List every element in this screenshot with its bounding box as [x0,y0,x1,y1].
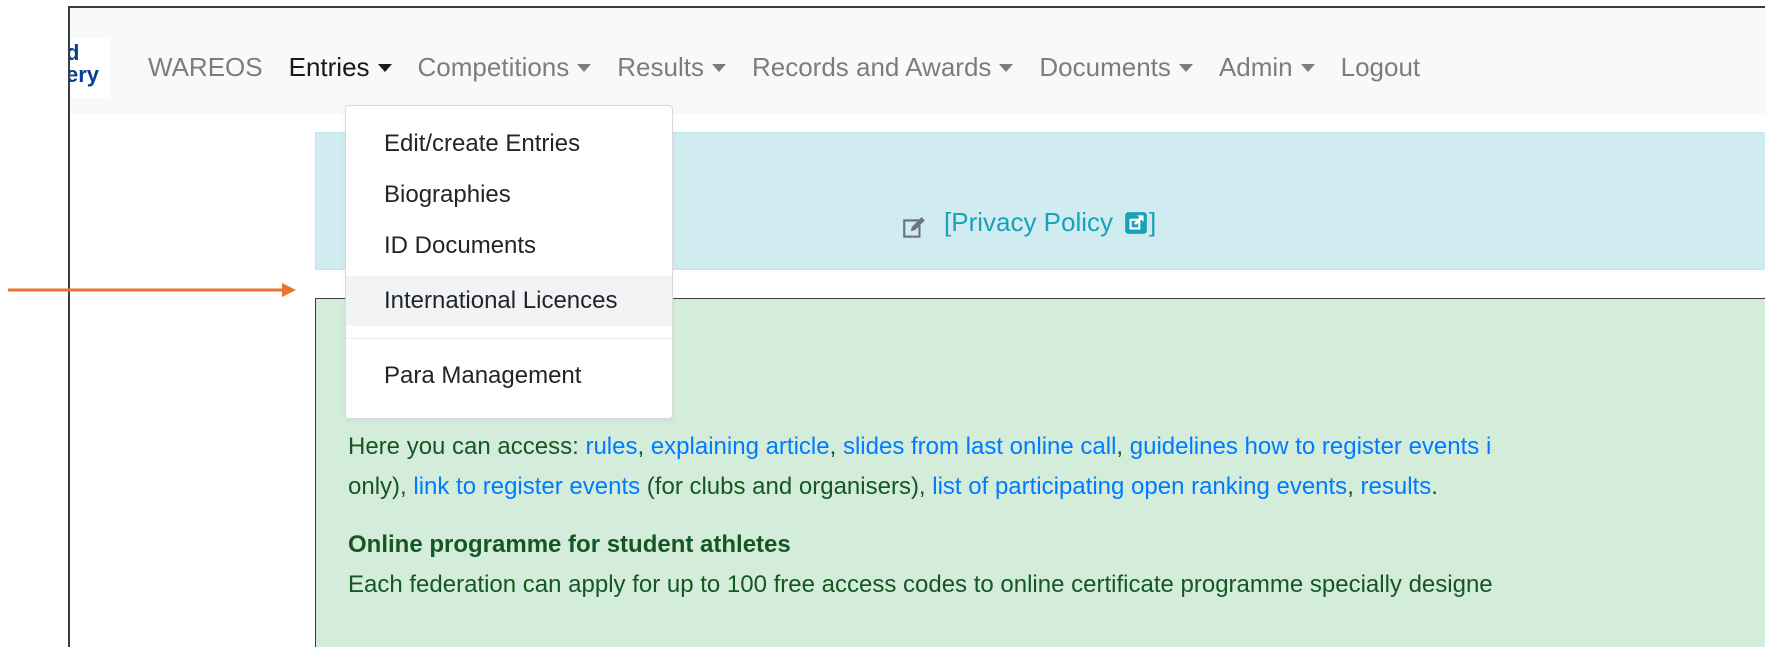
separator: , [829,433,843,460]
nav-records-awards-label: Records and Awards [751,52,992,82]
caret-down-icon [377,63,392,72]
separator: , [1116,433,1130,460]
browser-page: d ery WAREOS Entries Competitions Result… [68,6,1765,647]
student-programme-heading: Online programme for student athletes [348,531,791,558]
privacy-policy-close: ] [1149,207,1157,237]
edit-icon[interactable] [901,215,927,241]
privacy-policy-link[interactable]: [Privacy Policy ] [944,207,1156,238]
separator: , [637,433,651,460]
nav-menu: WAREOS Entries Competitions Results Reco… [148,52,1446,83]
results-link[interactable]: results [1361,473,1432,500]
nav-wareos[interactable]: WAREOS [148,52,263,83]
dropdown-item-para-management[interactable]: Para Management [346,354,672,398]
guidelines-link[interactable]: guidelines how to register events i [1130,433,1492,460]
nav-competitions-label: Competitions [417,52,570,82]
top-navbar: d ery WAREOS Entries Competitions Result… [70,8,1765,114]
dropdown-divider [346,338,672,339]
caret-down-icon [1300,63,1315,72]
news-intro-text: Here you can access: [348,433,586,460]
nav-competitions-dropdown[interactable]: Competitions [418,52,592,83]
entries-dropdown-menu: Edit/create Entries Biographies ID Docum… [345,105,673,419]
register-events-link[interactable]: link to register events [413,473,640,500]
rules-link[interactable]: rules [585,433,637,460]
dropdown-item-label: ID Documents [384,232,537,259]
explaining-article-link[interactable]: explaining article [651,433,830,460]
caret-down-icon [1178,63,1193,72]
dropdown-item-edit-create-entries[interactable]: Edit/create Entries [346,122,672,166]
caret-down-icon [999,63,1014,72]
nav-admin-dropdown[interactable]: Admin [1219,52,1315,83]
student-programme-text: Each federation can apply for up to 100 … [348,571,1493,598]
privacy-policy-label: [Privacy Policy [944,207,1114,237]
nav-results-label: Results [617,52,704,82]
nav-entries-label: Entries [288,52,370,82]
nav-wareos-label: WAREOS [148,52,263,82]
ranking-events-list-link[interactable]: list of participating open ranking event… [932,473,1347,500]
dropdown-item-label: Biographies [384,181,511,208]
news-paragraph: Here you can access: rules, explaining a… [348,427,1765,507]
period: . [1431,473,1438,500]
nav-admin-label: Admin [1218,52,1293,82]
brand-logo-text-2: ery [70,62,100,87]
separator: , [1347,473,1361,500]
slides-link[interactable]: slides from last online call [843,433,1116,460]
dropdown-item-id-documents[interactable]: ID Documents [346,224,672,268]
brand-logo-text-1: d [70,42,99,64]
nav-entries-dropdown[interactable]: Entries [289,52,392,83]
caret-down-icon [577,63,592,72]
dropdown-item-biographies[interactable]: Biographies [346,173,672,217]
nav-records-awards-dropdown[interactable]: Records and Awards [751,52,1014,83]
nav-documents-dropdown[interactable]: Documents [1039,52,1193,83]
external-link-icon [1125,211,1147,234]
dropdown-item-label: International Licences [384,287,618,314]
dropdown-item-label: Edit/create Entries [384,130,581,157]
nav-logout[interactable]: Logout [1341,52,1421,83]
nav-documents-label: Documents [1039,52,1171,82]
clubs-note-text: (for clubs and organisers), [640,473,933,500]
caret-down-icon [711,63,726,72]
nav-results-dropdown[interactable]: Results [617,52,726,83]
dropdown-item-international-licences[interactable]: International Licences [346,276,672,326]
pointer-arrow-annotation [8,283,296,297]
dropdown-item-label: Para Management [384,362,582,389]
nav-logout-label: Logout [1340,52,1421,82]
news-continuation-text: only), [348,473,414,500]
brand-logo[interactable]: d ery [70,38,110,98]
